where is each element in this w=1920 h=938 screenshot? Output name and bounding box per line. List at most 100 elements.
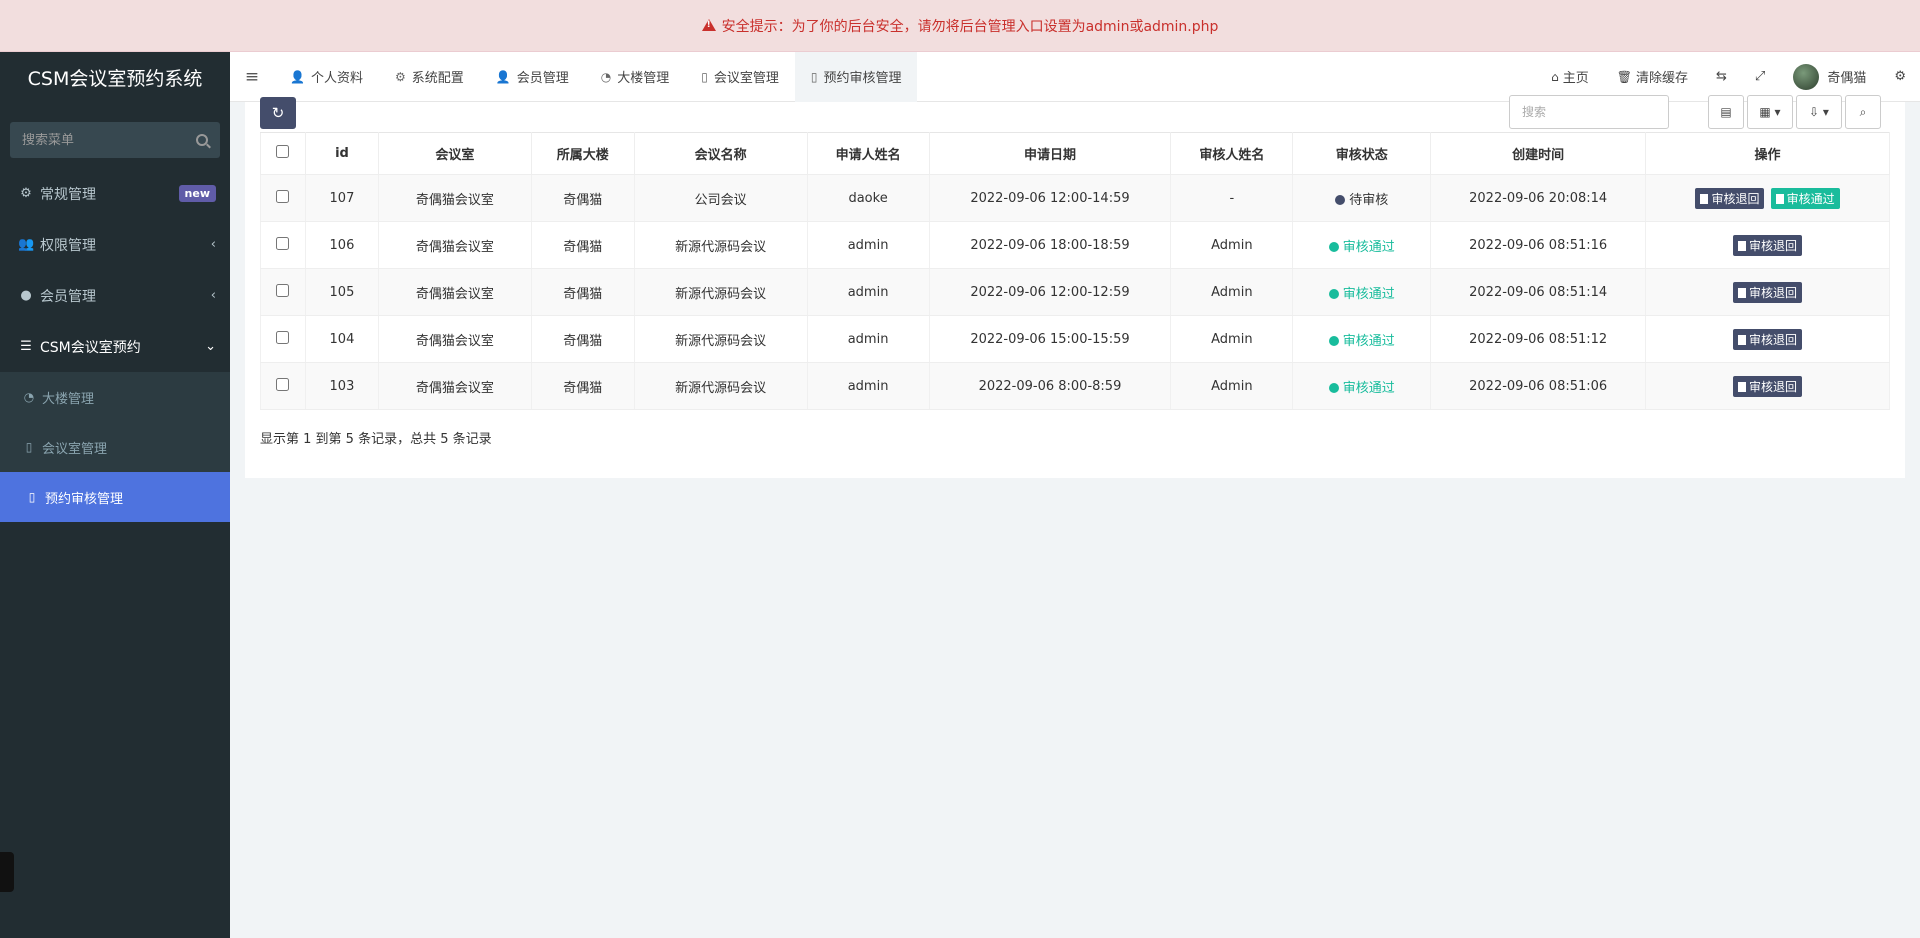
drag-handle[interactable] bbox=[0, 852, 14, 892]
cell-created: 2022-09-06 08:51:16 bbox=[1430, 221, 1647, 269]
cell-actions: 审核退回 bbox=[1645, 315, 1890, 363]
home-button[interactable]: ⌂ 主页 bbox=[1537, 52, 1603, 102]
search-icon: ⌕ bbox=[1859, 104, 1867, 119]
banner-text: 安全提示：为了你的后台安全，请勿将后台管理入口设置为admin或admin.ph… bbox=[721, 18, 1219, 35]
columns-button[interactable]: ▦ ▾ bbox=[1747, 95, 1793, 129]
cell-actions: 审核退回 bbox=[1645, 362, 1890, 410]
clear-cache-button[interactable]: 🗑 清除缓存 bbox=[1603, 52, 1702, 102]
tab-profile[interactable]: 👤 个人资料 bbox=[274, 52, 379, 102]
file-icon bbox=[1738, 381, 1747, 392]
tab-booking-review[interactable]: ▯ 预约审核管理 bbox=[794, 51, 918, 102]
select-all-cell bbox=[260, 132, 306, 175]
table-row: 106 奇偶猫会议室 奇偶猫 新源代源码会议 admin 2022-09-06 … bbox=[260, 221, 1890, 269]
list-icon: ☰ bbox=[20, 339, 32, 354]
row-checkbox[interactable] bbox=[276, 330, 290, 344]
cell-date: 2022-09-06 12:00-14:59 bbox=[928, 174, 1172, 222]
sidebar-item-rooms[interactable]: ▯ 会议室管理 bbox=[0, 422, 230, 472]
column-header-applicant[interactable]: 申请人姓名 bbox=[806, 132, 930, 175]
sidebar-item-csm-booking[interactable]: ☰ CSM会议室预约 ⌄ bbox=[0, 321, 230, 372]
sidebar-item-general[interactable]: ⚙ 常规管理 new bbox=[0, 168, 230, 219]
column-header-created[interactable]: 创建时间 bbox=[1430, 132, 1647, 175]
cell-meeting: 公司会议 bbox=[633, 174, 808, 222]
cell-applicant: admin bbox=[806, 221, 930, 269]
tab-system-config[interactable]: ⚙ 系统配置 bbox=[379, 52, 480, 102]
toggle-view-button[interactable]: ▤ bbox=[1708, 95, 1744, 129]
language-toggle-icon[interactable]: ⇆ bbox=[1702, 52, 1741, 102]
sidebar-item-buildings[interactable]: ◔ 大楼管理 bbox=[0, 372, 230, 422]
tab-label: 个人资料 bbox=[310, 71, 363, 86]
column-header-status[interactable]: 审核状态 bbox=[1292, 132, 1432, 175]
cell-date: 2022-09-06 18:00-18:59 bbox=[928, 221, 1172, 269]
sidebar-search-input[interactable] bbox=[22, 132, 196, 148]
column-header-building[interactable]: 所属大楼 bbox=[530, 132, 635, 175]
search-icon[interactable] bbox=[196, 134, 208, 146]
review-approve-button[interactable]: 审核通过 bbox=[1770, 187, 1840, 209]
row-select-cell bbox=[260, 315, 306, 363]
new-badge: new bbox=[178, 185, 216, 202]
security-banner: 安全提示：为了你的后台安全，请勿将后台管理入口设置为admin或admin.ph… bbox=[0, 0, 1920, 52]
fullscreen-icon[interactable]: ⤢ bbox=[1741, 52, 1779, 102]
tab-label: 会员管理 bbox=[516, 71, 569, 86]
sidebar-item-members[interactable]: ● 会员管理 ‹ bbox=[0, 270, 230, 321]
file-icon bbox=[1738, 334, 1747, 345]
select-all-checkbox[interactable] bbox=[276, 145, 290, 158]
row-checkbox[interactable] bbox=[276, 377, 290, 391]
card-view-icon: ▤ bbox=[1720, 105, 1732, 119]
file-icon bbox=[1775, 193, 1784, 204]
review-reject-button[interactable]: 审核退回 bbox=[1733, 234, 1803, 256]
cell-id: 106 bbox=[304, 221, 379, 269]
cell-applicant: daoke bbox=[806, 174, 930, 222]
column-header-room[interactable]: 会议室 bbox=[377, 132, 532, 175]
cell-actions: 审核退回 bbox=[1645, 268, 1890, 316]
cell-applicant: admin bbox=[806, 362, 930, 410]
review-reject-button[interactable]: 审核退回 bbox=[1733, 375, 1803, 397]
column-header-meeting[interactable]: 会议名称 bbox=[633, 132, 808, 175]
hamburger-menu-icon[interactable]: ≡ bbox=[230, 67, 274, 87]
cell-meeting: 新源代源码会议 bbox=[633, 362, 808, 410]
row-checkbox[interactable] bbox=[276, 236, 290, 250]
status-badge: 审核通过 bbox=[1329, 287, 1395, 302]
file-icon: ▯ bbox=[25, 440, 33, 454]
row-checkbox[interactable] bbox=[276, 283, 290, 297]
dashboard-icon: ◔ bbox=[23, 390, 35, 404]
table-search-input[interactable] bbox=[1509, 95, 1669, 129]
cell-room: 奇偶猫会议室 bbox=[377, 315, 532, 363]
cell-id: 105 bbox=[304, 268, 379, 316]
column-header-date[interactable]: 申请日期 bbox=[928, 132, 1172, 175]
tab-buildings[interactable]: ◔ 大楼管理 bbox=[585, 52, 686, 102]
app-logo[interactable]: CSM会议室预约系统 bbox=[0, 52, 230, 102]
username: 奇偶猫 bbox=[1827, 71, 1867, 86]
tab-rooms[interactable]: ▯ 会议室管理 bbox=[685, 52, 795, 102]
settings-gears-icon[interactable]: ⚙ bbox=[1880, 52, 1920, 102]
status-badge: 待审核 bbox=[1335, 193, 1388, 208]
review-reject-button[interactable]: 审核退回 bbox=[1695, 187, 1765, 209]
column-header-id[interactable]: id bbox=[304, 132, 379, 175]
table-header-row: id 会议室 所属大楼 会议名称 申请人姓名 申请日期 审核人姓名 审核状态 创… bbox=[260, 132, 1890, 175]
review-reject-label: 审核退回 bbox=[1749, 238, 1798, 253]
sidebar-item-booking-review[interactable]: ▯ 预约审核管理 bbox=[0, 472, 230, 522]
sidebar-item-label: 常规管理 bbox=[40, 186, 96, 203]
tab-members[interactable]: 👤 会员管理 bbox=[480, 52, 585, 102]
cell-building: 奇偶猫 bbox=[530, 221, 635, 269]
sidebar-item-permissions[interactable]: 👥 权限管理 ‹ bbox=[0, 219, 230, 270]
trash-icon: 🗑 bbox=[1616, 69, 1632, 84]
sidebar: CSM会议室预约系统 ⚙ 常规管理 new 👥 权限管理 ‹ ● 会员管理 ‹ … bbox=[0, 52, 230, 938]
sidebar-item-label: 会议室管理 bbox=[42, 441, 108, 457]
export-button[interactable]: ⇩ ▾ bbox=[1796, 95, 1842, 129]
advanced-search-button[interactable]: ⌕ bbox=[1845, 95, 1881, 129]
user-menu[interactable]: 奇偶猫 bbox=[1779, 52, 1880, 102]
tab-label: 大楼管理 bbox=[617, 71, 670, 86]
cell-created: 2022-09-06 20:08:14 bbox=[1430, 174, 1647, 222]
review-reject-button[interactable]: 审核退回 bbox=[1733, 281, 1803, 303]
cell-id: 103 bbox=[304, 362, 379, 410]
cell-applicant: admin bbox=[806, 315, 930, 363]
column-header-reviewer[interactable]: 审核人姓名 bbox=[1170, 132, 1294, 175]
row-checkbox[interactable] bbox=[276, 189, 290, 203]
column-header-actions: 操作 bbox=[1645, 132, 1890, 175]
cell-reviewer: Admin bbox=[1170, 315, 1294, 363]
review-reject-button[interactable]: 审核退回 bbox=[1733, 328, 1803, 350]
file-icon: ▯ bbox=[28, 490, 36, 504]
tab-label: 会议室管理 bbox=[713, 71, 779, 86]
home-label: 主页 bbox=[1562, 71, 1589, 86]
refresh-button[interactable]: ↻ bbox=[260, 97, 296, 129]
